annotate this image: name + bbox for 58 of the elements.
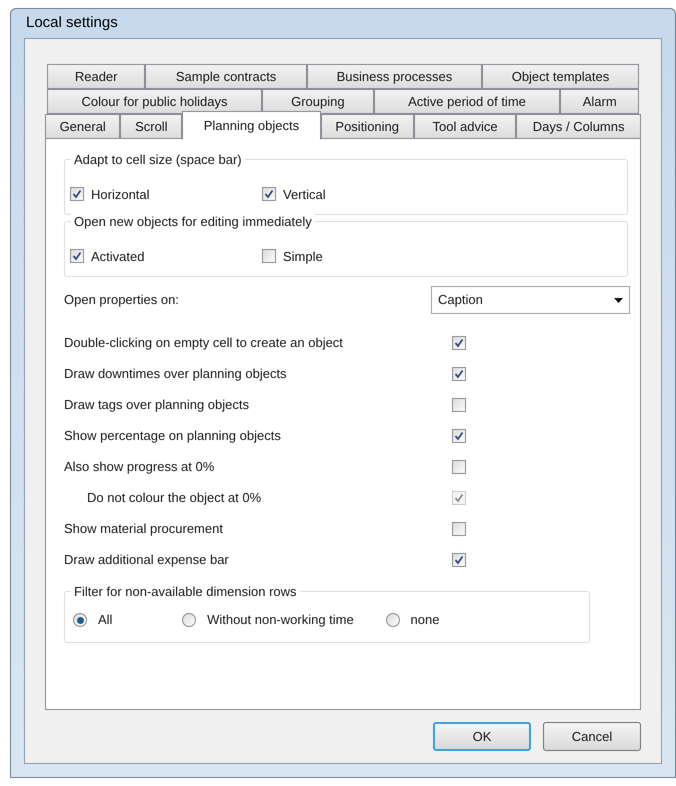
dropdown-field[interactable]: Caption [431, 286, 630, 314]
dialog-button[interactable]: OK [433, 722, 531, 751]
option-label: Also show progress at 0% [64, 458, 216, 476]
checkmark-icon [72, 189, 82, 200]
checkbox[interactable] [70, 249, 84, 264]
checkmark-icon [72, 251, 82, 262]
group-title: Open new objects for editing immediately [71, 212, 315, 232]
checkmark-icon [454, 430, 464, 440]
option-label: Show percentage on planning objects [64, 426, 282, 445]
tab[interactable]: General [45, 114, 120, 139]
radio-label: All [98, 611, 112, 630]
checkbox[interactable] [452, 552, 466, 566]
option-label: Draw additional expense bar [64, 550, 230, 569]
tab[interactable]: Grouping [262, 89, 374, 114]
checkmark-icon [454, 368, 464, 378]
tab[interactable]: Positioning [320, 114, 414, 139]
radio-button[interactable] [386, 613, 400, 627]
checkbox[interactable] [452, 428, 466, 442]
tab[interactable]: Scroll [120, 114, 182, 139]
option-label: Draw tags over planning objects [64, 396, 250, 414]
checkbox[interactable] [452, 460, 466, 474]
radio-button[interactable] [182, 613, 196, 627]
radio-label: Without non-working time [207, 611, 354, 630]
tab[interactable]: Days / Columns [516, 114, 641, 139]
checkbox[interactable] [452, 366, 466, 380]
checkmark-icon [454, 338, 464, 348]
checkbox-label: Simple [283, 248, 323, 266]
checkbox[interactable] [452, 522, 466, 536]
field-label: Open properties on: [64, 291, 179, 310]
tab[interactable]: Tool advice [414, 114, 516, 139]
option-label: Do not colour the object at 0% [86, 488, 262, 507]
option-label: Double-clicking on empty cell to create an object [64, 334, 344, 352]
tab[interactable]: Alarm [560, 89, 640, 114]
option-label: Show material procurement [64, 520, 224, 538]
checkmark-icon [454, 554, 464, 564]
checkbox[interactable] [452, 336, 466, 350]
checkmark-icon [264, 189, 274, 200]
tab[interactable]: Object templates [482, 64, 639, 89]
dropdown-caret-icon [614, 298, 623, 302]
checkbox[interactable] [452, 398, 466, 412]
tab[interactable]: Colour for public holidays [47, 89, 262, 114]
checkbox-label: Vertical [283, 186, 326, 204]
checkbox-label: Horizontal [91, 186, 150, 204]
tab[interactable]: Reader [47, 64, 146, 89]
window-title: Local settings [26, 13, 118, 34]
option-label: Draw downtimes over planning objects [64, 364, 288, 383]
radio-label: none [410, 611, 440, 630]
checkmark-icon [454, 492, 464, 502]
tab[interactable]: Planning objects [182, 111, 321, 140]
checkbox[interactable] [70, 187, 84, 202]
tab[interactable]: Active period of time [374, 89, 560, 114]
checkbox[interactable] [262, 187, 276, 202]
checkbox-label: Activated [91, 248, 144, 266]
dialog-button[interactable]: Cancel [543, 722, 641, 751]
checkbox[interactable] [262, 249, 276, 264]
tab[interactable]: Business processes [306, 64, 482, 89]
tab[interactable]: Sample contracts [145, 64, 307, 89]
radio-button[interactable] [73, 613, 87, 627]
